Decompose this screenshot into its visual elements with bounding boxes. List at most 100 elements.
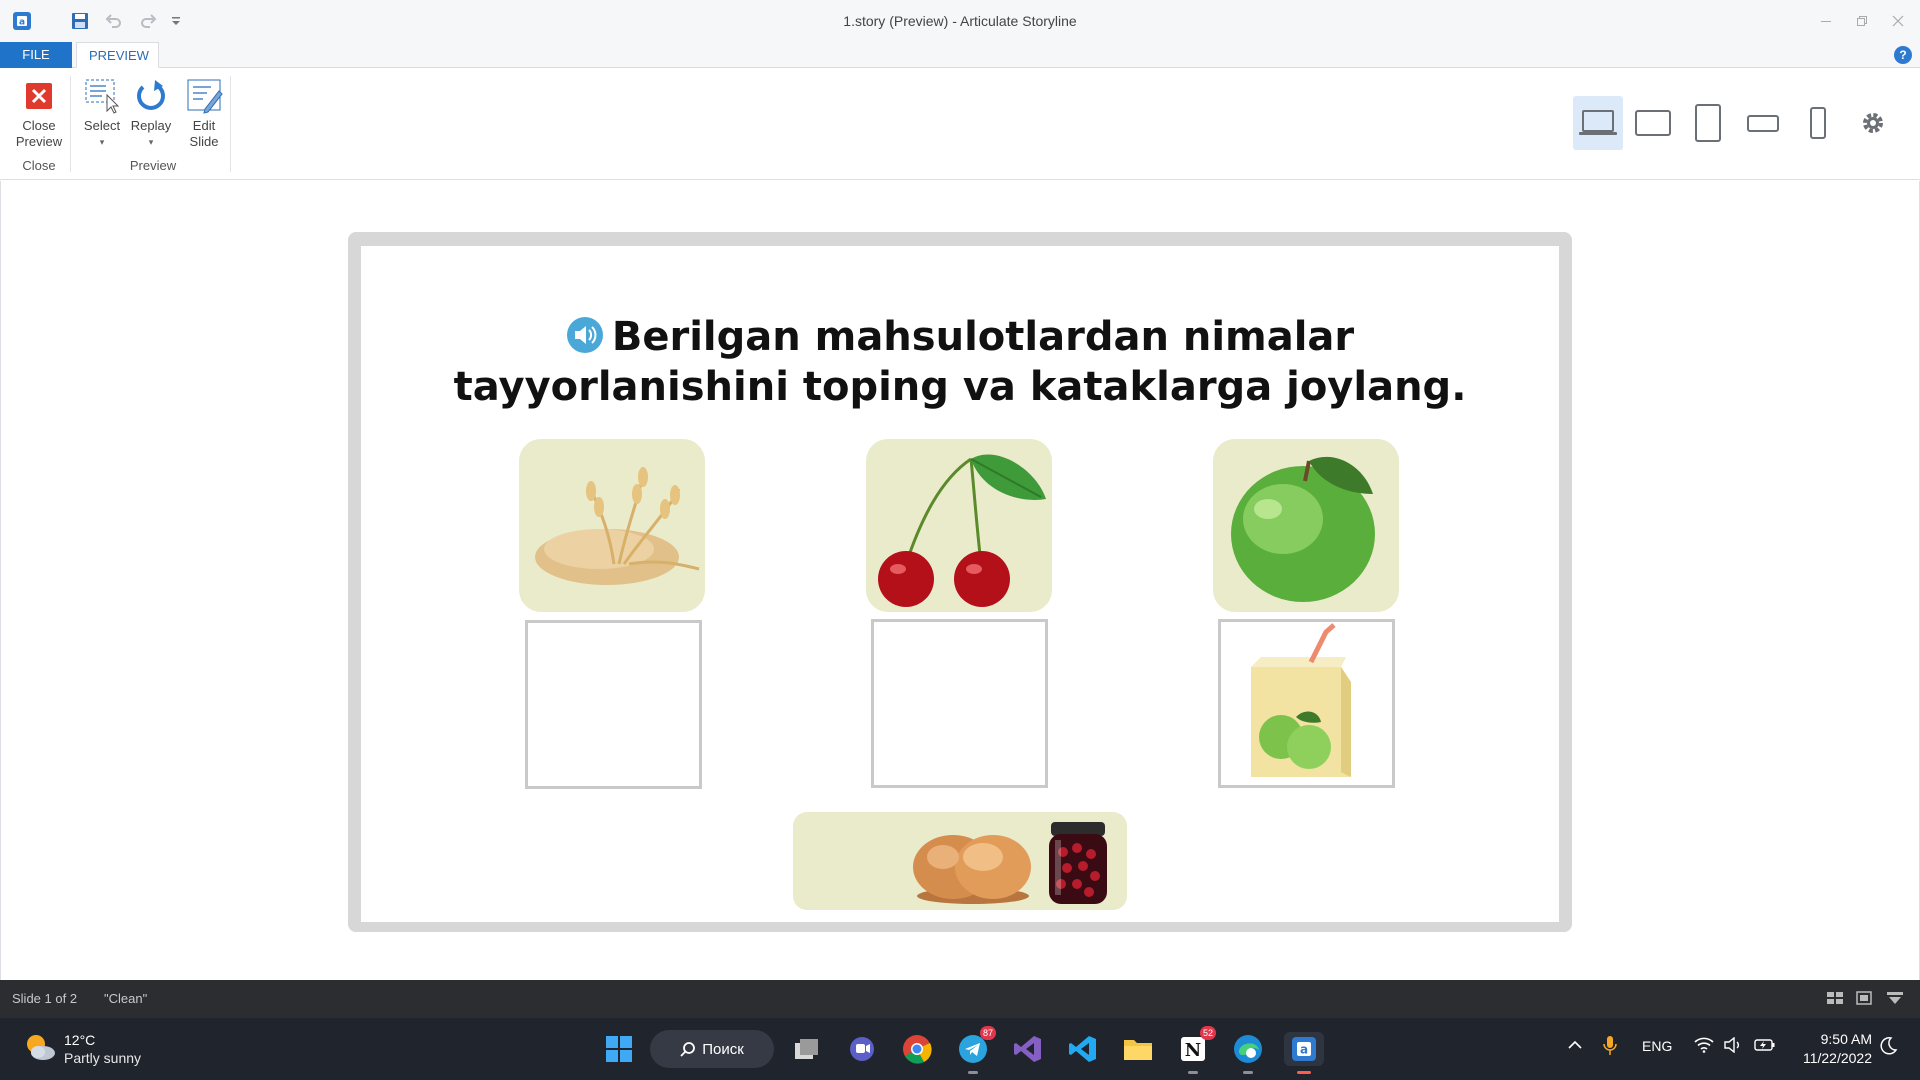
edit-slide-label-2: Slide — [189, 134, 219, 149]
vscode-icon — [1069, 1036, 1096, 1062]
replay-dropdown-icon[interactable]: ▾ — [126, 134, 176, 150]
filter-view-icon[interactable] — [1886, 990, 1904, 1006]
group-label-close: Close — [22, 158, 56, 173]
telegram-button[interactable]: 87 — [956, 1026, 996, 1074]
weather-condition: Partly sunny — [64, 1050, 142, 1066]
phone-portrait-button[interactable] — [1793, 96, 1843, 150]
drag-items-tray — [793, 812, 1127, 910]
select-icon — [82, 76, 122, 116]
file-explorer-button[interactable] — [1121, 1032, 1155, 1066]
taskbar-search[interactable]: Поиск — [650, 1030, 774, 1068]
drop-target-3[interactable] — [1218, 619, 1395, 788]
group-divider — [70, 76, 71, 172]
edit-slide-icon — [184, 76, 224, 116]
windows-logo-icon — [606, 1036, 632, 1062]
language-indicator[interactable]: ENG — [1642, 1038, 1672, 1054]
close-window-button[interactable] — [1878, 8, 1918, 34]
chat-icon — [850, 1037, 874, 1061]
phone-landscape-button[interactable] — [1738, 96, 1788, 150]
search-icon — [680, 1042, 696, 1057]
settings-button[interactable] — [1848, 96, 1898, 150]
title-bar: a 1.story (Preview) - Articulate Storyli… — [0, 0, 1920, 42]
svg-text:N: N — [1185, 1040, 1201, 1061]
close-preview-label-2: Preview — [15, 134, 63, 149]
edit-slide-label-1: Edit — [192, 118, 216, 133]
speaker-icon[interactable] — [566, 316, 604, 354]
teams-chat-button[interactable] — [845, 1032, 879, 1066]
replay-label: Replay — [130, 118, 172, 133]
desktop-view-button[interactable] — [1573, 96, 1623, 150]
focus-assist[interactable] — [1878, 1036, 1898, 1059]
apple-icon — [1231, 456, 1375, 602]
wifi-status[interactable] — [1694, 1037, 1714, 1056]
storyline-taskbar-button[interactable]: a — [1284, 1032, 1324, 1074]
grid-view-icon[interactable] — [1826, 990, 1844, 1006]
storyline-icon: a — [1292, 1037, 1316, 1061]
heading-line-2: tayyorlanishini toping va kataklarga joy… — [453, 364, 1467, 410]
close-preview-icon — [19, 76, 59, 116]
clock-date: 11/22/2022 — [1802, 1050, 1872, 1066]
group-divider — [230, 76, 231, 172]
help-icon[interactable]: ? — [1894, 46, 1912, 64]
close-preview-label-1: Close — [22, 118, 56, 133]
normal-view-icon[interactable] — [1855, 990, 1873, 1006]
moon-icon — [1880, 1037, 1898, 1055]
task-view-button[interactable] — [790, 1032, 824, 1066]
drop-target-1[interactable] — [525, 620, 702, 789]
start-button[interactable] — [602, 1032, 636, 1066]
replay-icon — [131, 76, 171, 116]
battery-status[interactable] — [1754, 1037, 1776, 1056]
group-label-preview: Preview — [129, 158, 177, 173]
tablet-portrait-button[interactable] — [1683, 96, 1733, 150]
select-label: Select — [83, 118, 121, 133]
system-clock[interactable]: 9:50 AM 11/22/2022 — [1782, 1030, 1872, 1068]
volume-status[interactable] — [1724, 1036, 1744, 1056]
product-card-cherries[interactable] — [866, 439, 1052, 612]
microphone-indicator[interactable] — [1602, 1035, 1618, 1060]
slide-count: Slide 1 of 2 — [12, 991, 78, 1006]
wifi-icon — [1694, 1037, 1714, 1053]
wheat-icon — [535, 467, 700, 585]
notion-badge: 52 — [1199, 1026, 1216, 1040]
show-hidden-icons[interactable] — [1566, 1036, 1584, 1057]
restore-button[interactable] — [1842, 8, 1882, 34]
heading-line-1: Berilgan mahsulotlardan nimalar — [611, 314, 1355, 360]
close-preview-button[interactable]: Close Preview — [10, 76, 68, 150]
tab-preview[interactable]: PREVIEW — [76, 42, 159, 68]
folder-icon — [1124, 1040, 1152, 1060]
storyline-window: a 1.story (Preview) - Articulate Storyli… — [0, 0, 1920, 1080]
edit-slide-button[interactable]: Edit Slide — [180, 76, 228, 150]
phone-landscape-icon — [1747, 115, 1779, 132]
clock-time: 9:50 AM — [1820, 1031, 1872, 1047]
select-dropdown-icon[interactable]: ▾ — [78, 134, 126, 150]
drop-target-2[interactable] — [871, 619, 1048, 788]
phone-portrait-icon — [1810, 107, 1826, 139]
tablet-landscape-icon — [1635, 110, 1671, 136]
minimize-button[interactable] — [1806, 8, 1846, 34]
edge-button[interactable] — [1231, 1032, 1265, 1074]
product-card-apple[interactable] — [1213, 439, 1399, 612]
ribbon: Close Preview Close Select ▾ Replay ▾ Ed… — [0, 68, 1920, 180]
jam-jar-icon[interactable] — [1045, 818, 1111, 906]
running-indicator — [1243, 1071, 1253, 1074]
juice-box-icon — [1251, 623, 1351, 777]
chrome-icon — [903, 1035, 932, 1064]
window-title: 1.story (Preview) - Articulate Storyline — [843, 13, 1077, 29]
weather-widget[interactable]: 12°C Partly sunny — [24, 1032, 194, 1068]
slide-heading: Berilgan mahsulotlardan nimalar tayyorla… — [361, 312, 1559, 412]
tablet-landscape-button[interactable] — [1628, 96, 1678, 150]
notion-button[interactable]: N 52 — [1176, 1026, 1216, 1074]
running-indicator — [1188, 1071, 1198, 1074]
select-button[interactable]: Select ▾ — [78, 76, 126, 150]
chrome-button[interactable] — [900, 1032, 934, 1066]
vscode-button[interactable] — [1066, 1032, 1100, 1066]
chevron-up-icon — [1568, 1040, 1582, 1049]
replay-button[interactable]: Replay ▾ — [126, 76, 176, 150]
product-card-wheat[interactable] — [519, 439, 705, 612]
gear-icon — [1863, 113, 1883, 133]
tab-file[interactable]: FILE — [0, 42, 72, 68]
active-indicator — [1297, 1071, 1311, 1074]
visual-studio-button[interactable] — [1011, 1032, 1045, 1066]
ribbon-tabs: FILE PREVIEW — [0, 42, 1920, 68]
tablet-portrait-icon — [1695, 104, 1721, 142]
